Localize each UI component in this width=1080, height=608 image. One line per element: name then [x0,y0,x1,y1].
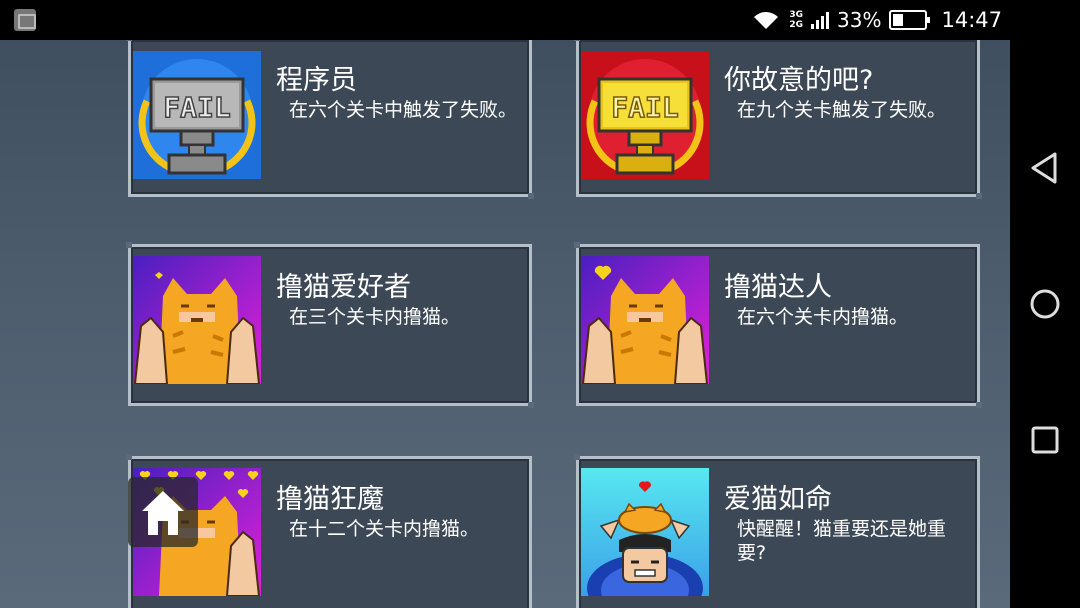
battery-percent: 33% [837,8,882,32]
achievement-description: 在九个关卡触发了失败。 [737,99,947,121]
clock: 14:47 [941,8,1002,32]
cat-on-head-icon [581,468,709,596]
battery-icon [889,10,931,30]
achievement-description: 快醒醒！猫重要还是她重要? [737,518,947,564]
achievement-card[interactable]: FAIL 程序员 在六个关卡中触发了失败。 [126,40,534,199]
pet-cat-icon [133,256,261,384]
achievement-card[interactable]: FAIL 你故意的吧? 在九个关卡触发了失败。 [574,40,982,199]
system-nav-bar [1010,40,1080,608]
svg-text:FAIL: FAIL [163,91,230,124]
network-type: 3G 2G [789,10,803,30]
network-2g-label: 2G [789,20,804,30]
home-nav-icon[interactable] [1025,284,1065,324]
achievement-title: 你故意的吧? [724,65,874,96]
achievement-description: 在六个关卡中触发了失败。 [289,99,518,121]
fail-trophy-silver-icon: FAIL [133,51,261,179]
pet-cat-heart-icon [581,256,709,384]
recent-apps-icon[interactable] [1025,420,1065,460]
achievement-card[interactable]: 撸猫爱好者 在三个关卡内撸猫。 [126,242,534,408]
achievement-title: 爱猫如命 [724,484,832,515]
achievement-list[interactable]: FAIL 程序员 在六个关卡中触发了失败。 FAIL 你故意的吧? 在九个关卡触… [0,40,1010,608]
network-3g-label: 3G [789,10,804,20]
achievement-card[interactable]: 撸猫达人 在六个关卡内撸猫。 [574,242,982,408]
achievement-card[interactable]: 爱猫如命 快醒醒！猫重要还是她重要? [574,454,980,608]
status-bar: 3G 2G 33% 14:47 [0,0,1080,40]
achievement-title: 撸猫爱好者 [276,272,411,303]
signal-icon [811,11,830,29]
achievement-title: 程序员 [276,65,357,96]
achievement-title: 撸猫狂魔 [276,484,384,515]
fail-trophy-gold-icon: FAIL [581,51,709,179]
back-icon[interactable] [1025,148,1065,188]
home-button[interactable] [128,477,198,547]
gallery-icon [14,9,36,31]
achievement-description: 在十二个关卡内撸猫。 [289,518,480,540]
achievement-title: 撸猫达人 [724,272,832,303]
home-icon [142,491,184,535]
achievement-description: 在三个关卡内撸猫。 [289,306,461,328]
wifi-icon [754,12,779,29]
achievement-description: 在六个关卡内撸猫。 [737,306,909,328]
svg-text:FAIL: FAIL [611,91,678,124]
